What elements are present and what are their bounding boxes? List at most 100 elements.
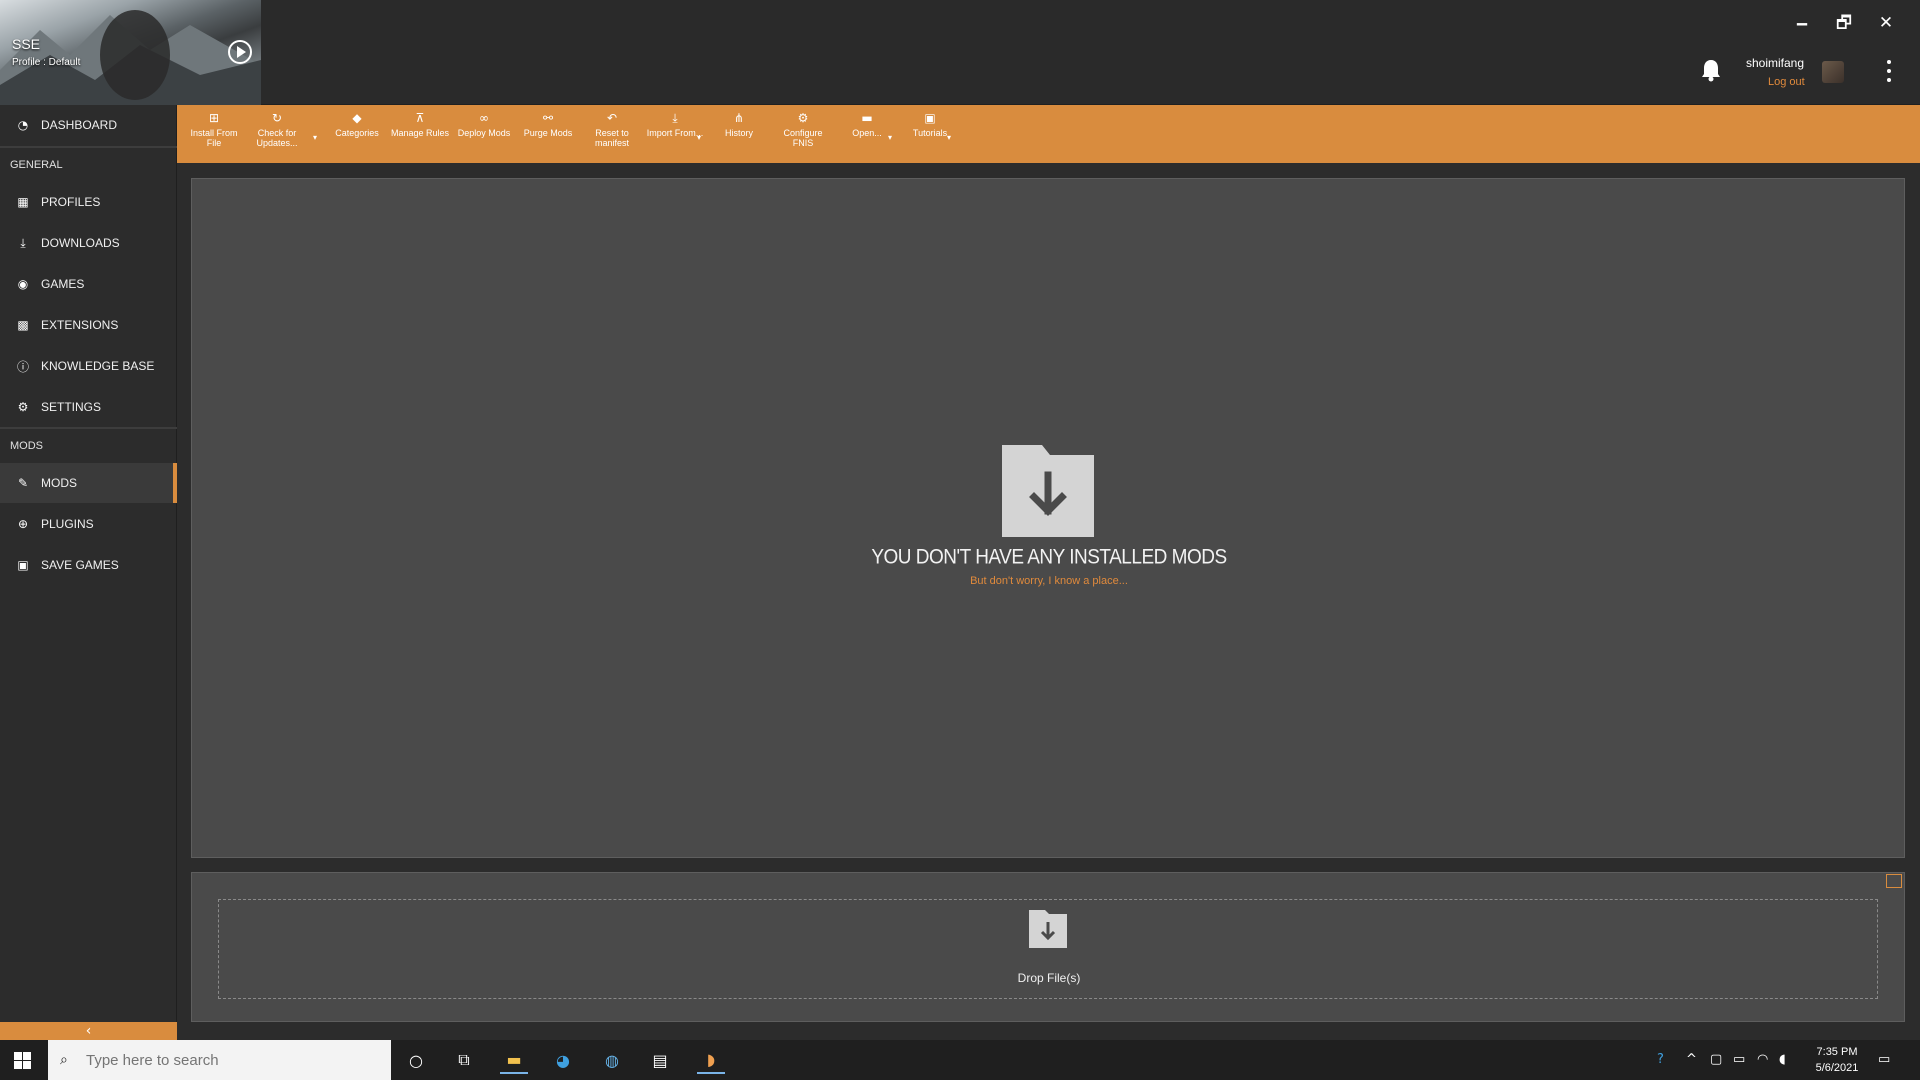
help-icon[interactable]: ? xyxy=(1657,1052,1664,1067)
import-icon: ⤓ xyxy=(672,110,678,125)
game-artwork xyxy=(0,10,261,105)
deploy-mods-button[interactable]: ∞ Deploy Mods xyxy=(453,111,515,161)
sidebar-item-downloads[interactable]: ⤓ DOWNLOADS xyxy=(0,223,177,263)
game-name: SSE xyxy=(12,36,41,52)
sidebar-item-label: MODS xyxy=(41,476,77,490)
gear-icon: ⚙ xyxy=(17,400,29,414)
sidebar-item-games[interactable]: ◉ GAMES xyxy=(0,264,177,304)
folder-download-icon xyxy=(1029,910,1067,948)
install-from-file-button[interactable]: ⊞ Install From File xyxy=(183,111,245,161)
sidebar-item-label: PROFILES xyxy=(41,195,101,209)
undo-icon: ↶ xyxy=(606,111,618,125)
battery-icon[interactable]: ▭ xyxy=(1733,1052,1745,1067)
sidebar-item-label: DOWNLOADS xyxy=(41,236,120,250)
drop-label: Drop File(s) xyxy=(1017,971,1081,985)
sidebar-item-label: SAVE GAMES xyxy=(41,558,119,572)
info-icon: ⓘ xyxy=(16,359,29,374)
check-updates-dropdown-icon[interactable]: ▾ xyxy=(313,133,317,142)
configure-fnis-button[interactable]: ⚙ Configure FNIS xyxy=(772,111,834,161)
windows-start-icon[interactable] xyxy=(14,1052,31,1069)
clock[interactable]: 7:35 PM 5/6/2021 xyxy=(1802,1044,1872,1076)
sidebar-item-label: GAMES xyxy=(41,277,85,291)
plugin-icon: ⊕ xyxy=(17,517,29,531)
profiles-icon: ▦ xyxy=(17,195,29,209)
volume-icon[interactable]: ◖ xyxy=(1779,1052,1786,1067)
store-icon[interactable]: ▤ xyxy=(646,1046,674,1074)
steam-icon[interactable]: ◍ xyxy=(598,1046,626,1074)
sidebar-item-knowledge-base[interactable]: ⓘ KNOWLEDGE BASE xyxy=(0,346,177,386)
find-mods-link[interactable]: But don't worry, I know a place... xyxy=(192,575,1906,587)
wrench-icon: ✎ xyxy=(17,476,29,490)
tutorials-button[interactable]: ▣ Tutorials xyxy=(899,111,961,161)
file-explorer-icon[interactable]: ▬ xyxy=(500,1046,528,1074)
download-icon: ⤓ xyxy=(20,235,26,250)
dashboard-icon: ◔ xyxy=(17,118,29,132)
search-input[interactable] xyxy=(86,1051,366,1069)
sidebar-item-settings[interactable]: ⚙ SETTINGS xyxy=(0,387,177,427)
clock-date: 5/6/2021 xyxy=(1815,1062,1859,1074)
gamepad-icon: ◉ xyxy=(17,277,29,291)
extensions-icon: ▩ xyxy=(17,318,29,332)
play-icon[interactable] xyxy=(228,40,252,64)
sidebar-item-label: SETTINGS xyxy=(41,400,102,414)
open-dropdown-icon[interactable]: ▾ xyxy=(888,133,892,142)
wifi-icon[interactable]: ◠ xyxy=(1757,1052,1768,1067)
restore-button[interactable]: 🗗 xyxy=(1834,12,1854,34)
search-icon: ⌕ xyxy=(60,1052,68,1068)
drop-zone[interactable]: Drop File(s) xyxy=(218,899,1878,999)
import-dropdown-icon[interactable]: ▾ xyxy=(697,133,701,142)
minimize-button[interactable]: 🗕 xyxy=(1792,12,1812,34)
tutorials-dropdown-icon[interactable]: ▾ xyxy=(947,133,951,142)
reset-manifest-button[interactable]: ↶ Reset to manifest xyxy=(581,111,643,161)
sidebar-item-label: PLUGINS xyxy=(41,517,94,531)
refresh-icon: ↻ xyxy=(271,111,283,125)
sidebar: ◔ DASHBOARD GENERAL ▦ PROFILES ⤓ DOWNLOA… xyxy=(0,105,177,1040)
logout-link[interactable]: Log out xyxy=(1768,76,1805,88)
task-view-icon[interactable]: ⧉ xyxy=(450,1046,478,1074)
cortana-icon[interactable]: ○ xyxy=(402,1046,430,1074)
sidebar-item-extensions[interactable]: ▩ EXTENSIONS xyxy=(0,305,177,345)
empty-state-title: YOU DON'T HAVE ANY INSTALLED MODS xyxy=(871,545,1227,569)
window-controls: 🗕 🗗 ✕ xyxy=(1792,12,1896,34)
history-icon: ⋔ xyxy=(733,111,745,125)
sidebar-item-mods[interactable]: ✎ MODS xyxy=(0,463,177,503)
game-banner[interactable]: SSE Profile : Default xyxy=(0,0,261,105)
purge-mods-button[interactable]: ⚯ Purge Mods xyxy=(517,111,579,161)
link-icon: ∞ xyxy=(479,111,489,125)
profile-label[interactable]: Profile : Default xyxy=(12,57,80,68)
bell-icon[interactable] xyxy=(1700,58,1722,82)
sidebar-item-dashboard[interactable]: ◔ DASHBOARD xyxy=(0,105,177,145)
avatar[interactable] xyxy=(1822,61,1844,83)
clock-time: 7:35 PM xyxy=(1816,1046,1858,1058)
sidebar-item-save-games[interactable]: ▣ SAVE GAMES xyxy=(0,545,177,585)
more-menu-icon[interactable] xyxy=(1886,60,1892,82)
save-icon: ▣ xyxy=(17,558,29,572)
notifications-icon[interactable]: ▭ xyxy=(1878,1052,1890,1067)
section-header-mods: MODS xyxy=(0,427,177,463)
check-updates-button[interactable]: ↻ Check for Updates... xyxy=(246,111,308,161)
sidebar-collapse-button[interactable]: ‹ xyxy=(0,1022,177,1040)
edge-icon[interactable]: ◕ xyxy=(549,1046,577,1074)
collapse-panel-icon[interactable] xyxy=(1886,874,1902,888)
title-bar: SSE Profile : Default shoimifang Log out… xyxy=(0,0,1920,105)
rules-icon: ⊼ xyxy=(415,111,425,125)
tag-icon: ◆ xyxy=(352,111,362,125)
sidebar-item-label: EXTENSIONS xyxy=(41,318,119,332)
chevron-up-icon[interactable]: ^ xyxy=(1686,1052,1697,1067)
user-name: shoimifang xyxy=(1746,56,1805,70)
video-icon: ▣ xyxy=(924,111,936,125)
install-icon: ⊞ xyxy=(208,111,220,125)
vortex-icon[interactable]: ◗ xyxy=(697,1046,725,1074)
close-button[interactable]: ✕ xyxy=(1876,12,1896,34)
history-button[interactable]: ⋔ History xyxy=(708,111,770,161)
meet-icon[interactable]: ▢ xyxy=(1710,1052,1722,1067)
folder-icon: ▬ xyxy=(861,111,873,125)
taskbar-search[interactable]: ⌕ xyxy=(48,1040,391,1080)
sidebar-item-label: KNOWLEDGE BASE xyxy=(41,359,155,373)
sidebar-item-plugins[interactable]: ⊕ PLUGINS xyxy=(0,504,177,544)
unlink-icon: ⚯ xyxy=(542,111,554,125)
sidebar-item-profiles[interactable]: ▦ PROFILES xyxy=(0,182,177,222)
drop-panel: Drop File(s) xyxy=(191,872,1905,1022)
manage-rules-button[interactable]: ⊼ Manage Rules xyxy=(389,111,451,161)
categories-button[interactable]: ◆ Categories xyxy=(326,111,388,161)
